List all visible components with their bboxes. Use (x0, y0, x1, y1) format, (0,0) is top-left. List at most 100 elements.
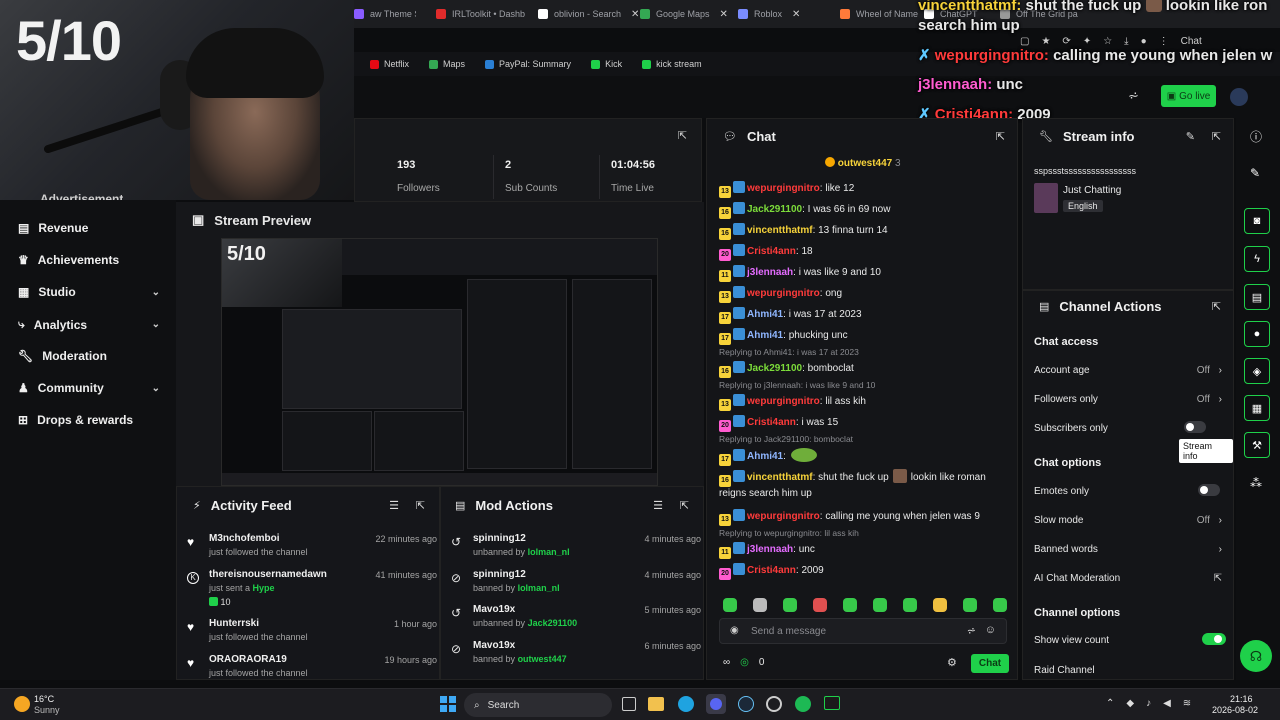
favorite-icon[interactable]: ☆ (1103, 36, 1112, 47)
rail-chat-button[interactable]: ● (1244, 321, 1270, 347)
clock-date[interactable]: 2026-08-02 (1212, 705, 1258, 715)
rail-broadcast-button[interactable]: ◈ (1244, 358, 1270, 384)
chat-username[interactable]: Ahmi41 (747, 451, 783, 462)
kick-logo-icon[interactable]: ⩫ (967, 624, 976, 637)
send-chat-button[interactable]: Chat (971, 654, 1009, 673)
popout-icon[interactable]: ⇱ (680, 499, 689, 512)
chat-username[interactable]: Jack291100 (747, 204, 802, 215)
go-live-button[interactable]: ▣ Go live (1161, 85, 1216, 107)
task-view-icon[interactable] (622, 697, 636, 711)
chat-username[interactable]: wepurgingnitro (747, 288, 820, 299)
sidebar-item-drops-rewards[interactable]: ⊞ Drops & rewards (18, 413, 160, 427)
emote-picker-icon[interactable]: ◉ (730, 625, 739, 636)
volume-icon[interactable]: ◀ (1163, 698, 1171, 709)
smiley-icon[interactable]: ☺ (985, 624, 996, 636)
chat-username[interactable]: Cristi4ann (747, 417, 796, 428)
sidebar-item-moderation[interactable]: 🔧︎ Moderation (18, 349, 160, 363)
rail-actions-button[interactable]: ▦ (1244, 395, 1270, 421)
sidebar-item-advertisement[interactable]: Advertisement (40, 192, 123, 200)
avatar[interactable] (1230, 88, 1248, 106)
close-icon[interactable]: ✕ (631, 9, 638, 20)
browser-tab[interactable]: IRLToolkit • Dashb✕ (436, 4, 536, 24)
edit-icon[interactable]: ✎ (1186, 130, 1195, 143)
terminal-icon[interactable] (824, 696, 840, 710)
points-icon[interactable]: ∞ (723, 657, 730, 668)
browser-tab[interactable]: Roblox ✕ (738, 4, 834, 24)
kick-logo-icon[interactable]: ⩫ (1128, 88, 1139, 104)
emote-icon[interactable] (963, 598, 977, 612)
option-account-age[interactable]: Account age Off › (1034, 365, 1222, 376)
pinned-user[interactable]: outwest447 3 (825, 157, 901, 169)
browser-tab[interactable]: Google Maps ✕ (640, 4, 736, 24)
chat-input[interactable]: ◉ Send a message ⩫ ☺ (719, 618, 1007, 644)
option-ai-moderation[interactable]: AI Chat Moderation ⇱ (1034, 573, 1222, 584)
microphone-icon[interactable]: ♪ (1146, 698, 1151, 709)
stream-category[interactable]: Just Chatting (1063, 185, 1121, 196)
puzzle-icon[interactable]: ✦ (1083, 36, 1091, 47)
emote-icon[interactable] (903, 598, 917, 612)
rail-stream-info-button[interactable]: ⚒ (1244, 432, 1270, 458)
close-icon[interactable]: ✕ (535, 9, 536, 20)
emotes-only-toggle[interactable] (1198, 484, 1220, 496)
emote-icon[interactable] (843, 598, 857, 612)
obs-icon[interactable] (766, 696, 782, 712)
chevron-up-icon[interactable]: ⌃ (1106, 698, 1114, 709)
chat-username[interactable]: j3lennaah (747, 544, 793, 555)
reply-context[interactable]: Replying to j3lennaah: i was like 9 and … (719, 380, 875, 390)
option-raid-channel[interactable]: Raid Channel (1034, 665, 1222, 676)
discord-icon[interactable] (706, 694, 726, 714)
weather-temp[interactable]: 16°C (34, 694, 54, 704)
popout-icon[interactable]: ⇱ (1212, 130, 1221, 143)
sidebar-item-revenue[interactable]: ▤ Revenue (18, 221, 160, 235)
rail-camera-button[interactable]: ◙ (1244, 208, 1270, 234)
app-tray-icon[interactable]: ◆ (1126, 698, 1134, 709)
bookmark-star-icon[interactable]: ★ (1041, 36, 1050, 47)
option-slow-mode[interactable]: Slow mode Off › (1034, 515, 1222, 526)
emote-icon[interactable] (813, 598, 827, 612)
reply-context[interactable]: Replying to Jack291100: bomboclat (719, 434, 853, 444)
reply-context[interactable]: Replying to wepurgingnitro: lil ass kih (719, 528, 859, 538)
download-icon[interactable]: ⤓ (1124, 36, 1128, 47)
bookmark-paypal[interactable]: PayPal: Summary (485, 59, 571, 69)
extension-icon[interactable]: ▢ (1020, 36, 1029, 47)
pencil-icon[interactable]: ✎ (1250, 166, 1260, 180)
edge-icon[interactable] (678, 696, 694, 712)
chat-username[interactable]: wepurgingnitro (747, 396, 820, 407)
emote-icon[interactable] (753, 598, 767, 612)
bookmark-netflix[interactable]: Netflix (370, 59, 409, 69)
emote-icon[interactable] (873, 598, 887, 612)
browser-tab[interactable]: aw Theme Song✕ (354, 4, 416, 24)
chat-username[interactable]: vincentthatmf (747, 472, 813, 483)
network-icon[interactable]: ≋ (1183, 698, 1191, 709)
chat-username[interactable]: wepurgingnitro (747, 511, 820, 522)
subscribers-only-toggle[interactable] (1184, 421, 1206, 433)
taskbar-search[interactable]: ⌕ Search (464, 693, 612, 717)
steam-icon[interactable] (738, 696, 754, 712)
popout-icon[interactable]: ⇱ (416, 499, 425, 512)
sidebar-item-community[interactable]: ♟ Community ⌄ (18, 381, 160, 395)
chatgpt-button[interactable]: Chat (1181, 36, 1202, 47)
file-explorer-icon[interactable] (648, 697, 664, 711)
popout-icon[interactable]: ⇱ (996, 130, 1005, 143)
emote-icon[interactable] (993, 598, 1007, 612)
browser-tab[interactable]: oblivion - Search ✕ (538, 4, 638, 24)
info-icon[interactable]: ⓘ (1250, 128, 1262, 145)
reply-context[interactable]: Replying to Ahmi41: i was 17 at 2023 (719, 347, 859, 357)
filter-icon[interactable]: ☰ (653, 499, 663, 512)
chat-username[interactable]: Cristi4ann (747, 246, 796, 257)
close-icon[interactable]: ✕ (720, 9, 728, 20)
popout-icon[interactable]: ⇱ (678, 129, 687, 142)
chat-username[interactable]: vincentthatmf (747, 225, 813, 236)
emote-icon[interactable] (933, 598, 947, 612)
bookmark-kick-stream[interactable]: kick stream (642, 59, 702, 69)
rail-document-button[interactable]: ▤ (1244, 284, 1270, 310)
spotify-icon[interactable] (795, 696, 811, 712)
reload-icon[interactable]: ⟳ (1062, 36, 1070, 47)
emote-icon[interactable] (783, 598, 797, 612)
weather-icon[interactable] (14, 696, 30, 712)
close-icon[interactable]: ✕ (792, 9, 800, 20)
show-view-count-toggle[interactable] (1202, 633, 1226, 645)
category-thumbnail[interactable] (1034, 183, 1058, 213)
emote-icon[interactable] (723, 598, 737, 612)
sidebar-item-studio[interactable]: ▦ Studio ⌄ (18, 285, 160, 299)
